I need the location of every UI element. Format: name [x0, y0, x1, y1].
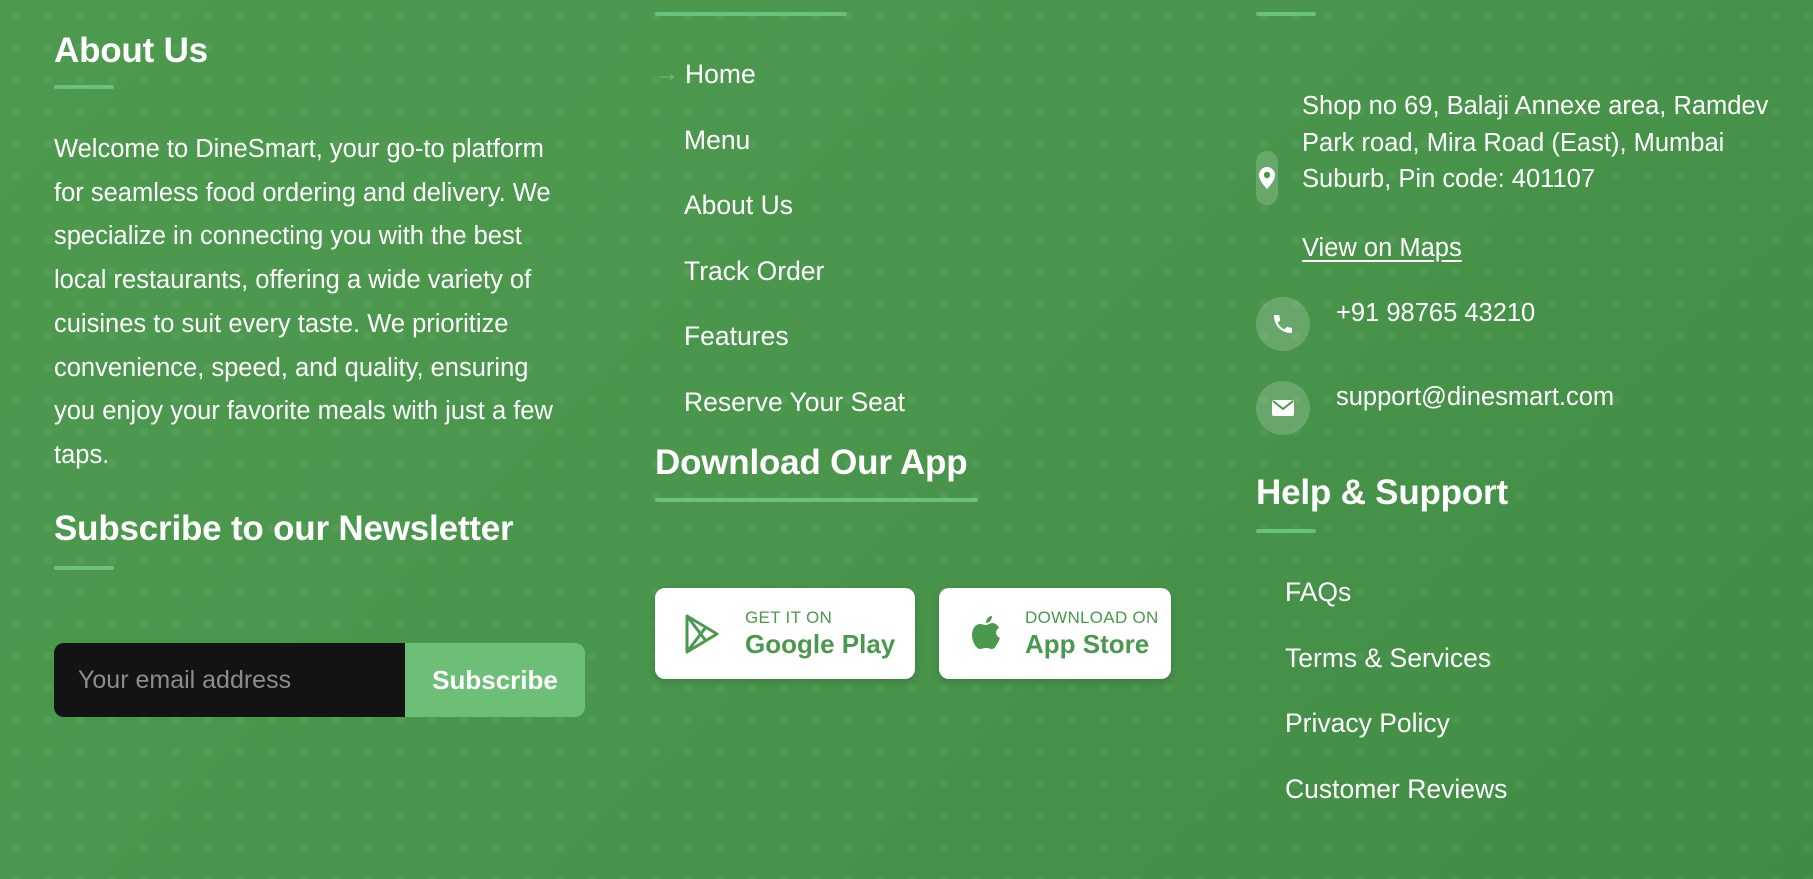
nav-item-menu[interactable]: Menu — [655, 121, 905, 187]
links-heading-underline — [655, 12, 847, 16]
newsletter-heading: Subscribe to our Newsletter — [54, 509, 514, 548]
app-heading-underline — [655, 498, 978, 502]
nav-item-reserve-seat[interactable]: Reserve Your Seat — [655, 383, 905, 449]
app-store-button[interactable]: DOWNLOAD ON App Store — [939, 588, 1171, 679]
envelope-icon — [1256, 381, 1310, 435]
google-play-label: Google Play — [745, 628, 896, 659]
arrow-right-icon: → — [655, 60, 679, 87]
google-play-icon — [683, 614, 721, 654]
phone-number[interactable]: +91 98765 43210 — [1336, 298, 1535, 328]
email-address[interactable]: support@dinesmart.com — [1336, 382, 1614, 412]
nav-item-label: Features — [684, 321, 789, 351]
nav-item-label: Home — [685, 59, 756, 89]
nav-item-track-order[interactable]: Track Order — [655, 252, 905, 318]
nav-item-label: Track Order — [684, 255, 825, 286]
address-text: Shop no 69, Balaji Annexe area, Ramdev P… — [1302, 92, 1769, 193]
contact-heading-underline — [1256, 12, 1316, 16]
nav-item-about-us[interactable]: About Us — [655, 186, 905, 252]
nav-item-label: Reserve Your Seat — [684, 386, 905, 417]
quick-links-list: → Home Menu About Us Track Order Feature… — [655, 55, 905, 448]
about-text: Welcome to DineSmart, your go-to platfor… — [54, 135, 553, 469]
email-input[interactable] — [54, 643, 405, 717]
newsletter-form: Subscribe — [54, 643, 585, 717]
apple-icon — [967, 614, 1005, 654]
help-item-faqs[interactable]: FAQs — [1256, 573, 1507, 639]
app-store-small-label: DOWNLOAD ON — [1025, 607, 1159, 627]
app-store-label: App Store — [1025, 628, 1150, 659]
google-play-button[interactable]: GET IT ON Google Play — [655, 588, 915, 679]
nav-item-label: Menu — [684, 124, 751, 155]
nav-item-label: About Us — [684, 190, 794, 220]
nav-item-features[interactable]: Features — [655, 317, 905, 383]
help-item-reviews[interactable]: Customer Reviews — [1256, 770, 1507, 836]
phone-icon — [1256, 297, 1310, 351]
newsletter-heading-underline — [54, 566, 114, 570]
help-links-list: FAQs Terms & Services Privacy Policy Cus… — [1256, 573, 1507, 835]
help-item-terms[interactable]: Terms & Services — [1256, 639, 1507, 705]
google-play-small-label: GET IT ON — [745, 607, 833, 627]
phone-row: +91 98765 43210 — [1256, 297, 1535, 351]
view-on-maps-link[interactable]: View on Maps — [1302, 234, 1462, 263]
about-heading: About Us — [54, 31, 208, 70]
map-pin-icon — [1256, 151, 1278, 205]
site-footer: About Us Welcome to DineSmart, your go-t… — [0, 0, 1813, 879]
help-heading: Help & Support — [1256, 473, 1508, 512]
subscribe-button[interactable]: Subscribe — [405, 643, 585, 717]
about-heading-underline — [54, 85, 114, 89]
nav-item-home[interactable]: → Home — [655, 55, 905, 121]
help-item-privacy[interactable]: Privacy Policy — [1256, 704, 1507, 770]
help-heading-underline — [1256, 529, 1316, 533]
email-row: support@dinesmart.com — [1256, 381, 1614, 435]
app-heading: Download Our App — [655, 443, 968, 482]
